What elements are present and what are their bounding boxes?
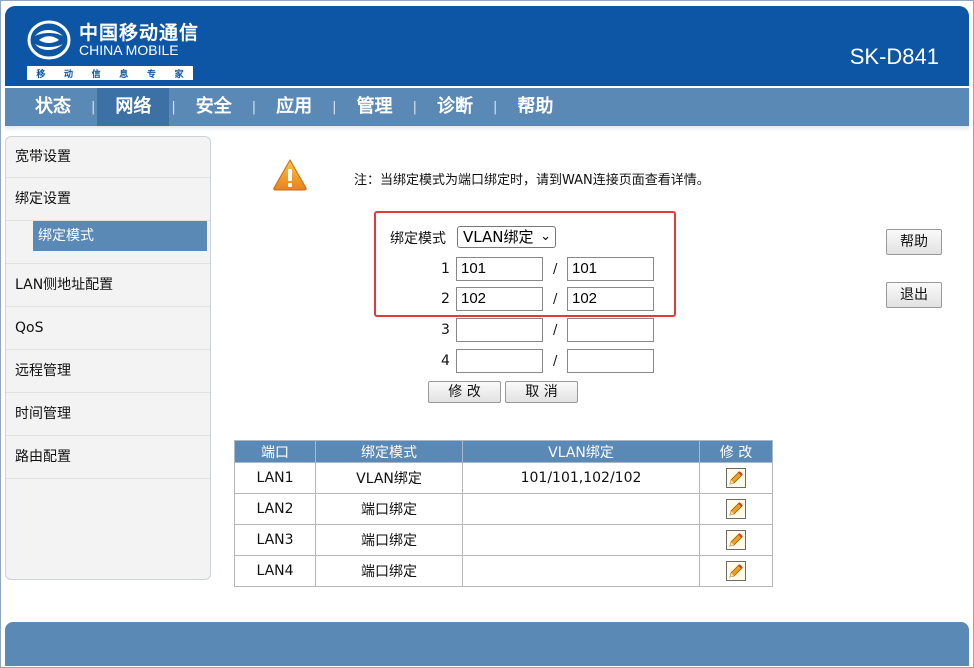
cell-port: LAN1 <box>234 462 316 494</box>
table-row: LAN1 VLAN绑定 101/101,102/102 <box>234 462 773 494</box>
vlan-input-2-left[interactable]: 102 <box>456 287 543 311</box>
help-button[interactable]: 帮助 <box>886 229 942 255</box>
exit-button[interactable]: 退出 <box>886 282 942 308</box>
table-row: LAN3 端口绑定 <box>234 524 773 556</box>
brand-sub-char: 信 <box>91 69 101 80</box>
cell-vlan <box>462 524 700 556</box>
vlan-slash: / <box>553 323 558 338</box>
cell-edit <box>699 493 773 525</box>
vlan-input-4-right[interactable] <box>567 349 654 373</box>
sidebar-item-time-management[interactable]: 时间管理 <box>6 393 210 436</box>
cell-mode: 端口绑定 <box>315 524 463 556</box>
col-bind-mode: 绑定模式 <box>315 440 463 463</box>
bind-mode-select[interactable]: VLAN绑定 ⌄ <box>457 226 556 248</box>
brand-sub: 移 动 信 息 专 家 <box>27 66 193 80</box>
table-row: LAN4 端口绑定 <box>234 555 773 587</box>
chevron-down-icon: ⌄ <box>540 229 551 244</box>
cell-vlan <box>462 493 700 525</box>
brand-en: CHINA MOBILE <box>79 42 179 58</box>
nav-status[interactable]: 状态 <box>17 88 89 126</box>
vlan-input-1-left[interactable]: 101 <box>456 257 543 281</box>
sidebar-item-broadband[interactable]: 宽带设置 <box>6 137 210 178</box>
cell-vlan <box>462 555 700 587</box>
china-mobile-logo-icon <box>27 20 71 60</box>
row-index: 1 <box>441 261 450 277</box>
nav-separator: | <box>332 99 337 115</box>
edit-pencil-icon[interactable] <box>726 499 746 519</box>
vlan-input-3-right[interactable] <box>567 318 654 342</box>
nav-separator: | <box>412 99 417 115</box>
header-bar: 中国移动通信 CHINA MOBILE 移 动 信 息 专 家 SK-D841 <box>5 6 969 86</box>
nav-security[interactable]: 安全 <box>178 88 250 126</box>
table-header-row: 端口 绑定模式 VLAN绑定 修 改 <box>234 440 773 463</box>
brand-sub-char: 动 <box>63 69 73 80</box>
cell-vlan: 101/101,102/102 <box>462 462 700 494</box>
edit-pencil-icon[interactable] <box>726 468 746 488</box>
cancel-button[interactable]: 取 消 <box>505 381 578 403</box>
cell-edit <box>699 555 773 587</box>
bind-mode-note: 注：当绑定模式为端口绑定时，请到WAN连接页面查看详情。 <box>354 173 710 188</box>
nav-separator: | <box>91 99 96 115</box>
warning-icon <box>273 158 307 191</box>
cell-port: LAN2 <box>234 493 316 525</box>
brand-sub-char: 专 <box>146 69 156 80</box>
china-mobile-logo: 中国移动通信 CHINA MOBILE 移 动 信 息 专 家 <box>27 16 198 80</box>
cell-mode: 端口绑定 <box>315 555 463 587</box>
cell-mode: 端口绑定 <box>315 493 463 525</box>
vlan-slash: / <box>553 354 558 369</box>
nav-separator: | <box>171 99 176 115</box>
sidebar-item-bind-mode[interactable]: 绑定模式 <box>33 221 207 251</box>
vlan-slash: / <box>553 292 558 307</box>
edit-pencil-icon[interactable] <box>726 561 746 581</box>
bind-mode-label: 绑定模式 <box>390 231 446 247</box>
sidebar: 宽带设置 绑定设置 绑定模式 LAN侧地址配置 QoS 远程管理 时间管理 路由… <box>5 136 211 580</box>
nav-shadow <box>5 126 969 132</box>
col-port: 端口 <box>234 440 316 463</box>
nav-separator: | <box>492 99 498 115</box>
brand-sub-char: 移 <box>36 69 46 80</box>
brand-sub-char: 息 <box>119 69 129 80</box>
binding-table: 端口 绑定模式 VLAN绑定 修 改 LAN1 VLAN绑定 101/101,1… <box>234 440 773 587</box>
vlan-input-1-right[interactable]: 101 <box>567 257 654 281</box>
bind-mode-value: VLAN绑定 <box>463 228 534 246</box>
edit-pencil-icon[interactable] <box>726 530 746 550</box>
table-row: LAN2 端口绑定 <box>234 493 773 525</box>
sidebar-item-routing[interactable]: 路由配置 <box>6 436 210 479</box>
nav-application[interactable]: 应用 <box>258 88 330 126</box>
sidebar-item-lan-address[interactable]: LAN侧地址配置 <box>6 264 210 307</box>
cell-port: LAN4 <box>234 555 316 587</box>
nav-separator: | <box>251 99 257 115</box>
sidebar-item-qos[interactable]: QoS <box>6 307 210 350</box>
sidebar-subgroup: 绑定模式 <box>6 221 210 264</box>
vlan-input-2-right[interactable]: 102 <box>567 287 654 311</box>
vlan-input-3-left[interactable] <box>456 318 543 342</box>
main-nav: 状态 | 网络 | 安全 | 应用 | 管理 | 诊断 | 帮助 <box>5 88 969 126</box>
nav-management[interactable]: 管理 <box>339 88 411 126</box>
cell-edit <box>699 524 773 556</box>
cell-mode: VLAN绑定 <box>315 462 463 494</box>
modify-button[interactable]: 修 改 <box>428 381 501 403</box>
cell-port: LAN3 <box>234 524 316 556</box>
row-index: 4 <box>441 353 450 369</box>
row-index: 3 <box>441 322 450 338</box>
col-vlan: VLAN绑定 <box>462 440 700 463</box>
col-modify: 修 改 <box>699 440 773 463</box>
vlan-slash: / <box>553 262 558 277</box>
device-model: SK-D841 <box>849 44 939 69</box>
nav-diagnosis[interactable]: 诊断 <box>419 88 491 126</box>
vlan-input-4-left[interactable] <box>456 349 543 373</box>
cell-edit <box>699 462 773 494</box>
nav-help[interactable]: 帮助 <box>499 88 571 126</box>
sidebar-item-remote-management[interactable]: 远程管理 <box>6 350 210 393</box>
row-index: 2 <box>441 291 450 307</box>
brand-sub-char: 家 <box>174 69 184 80</box>
sidebar-item-binding[interactable]: 绑定设置 <box>6 178 210 221</box>
nav-network[interactable]: 网络 <box>97 88 170 126</box>
footer-bar <box>5 622 969 666</box>
brand-cn: 中国移动通信 <box>79 22 200 44</box>
